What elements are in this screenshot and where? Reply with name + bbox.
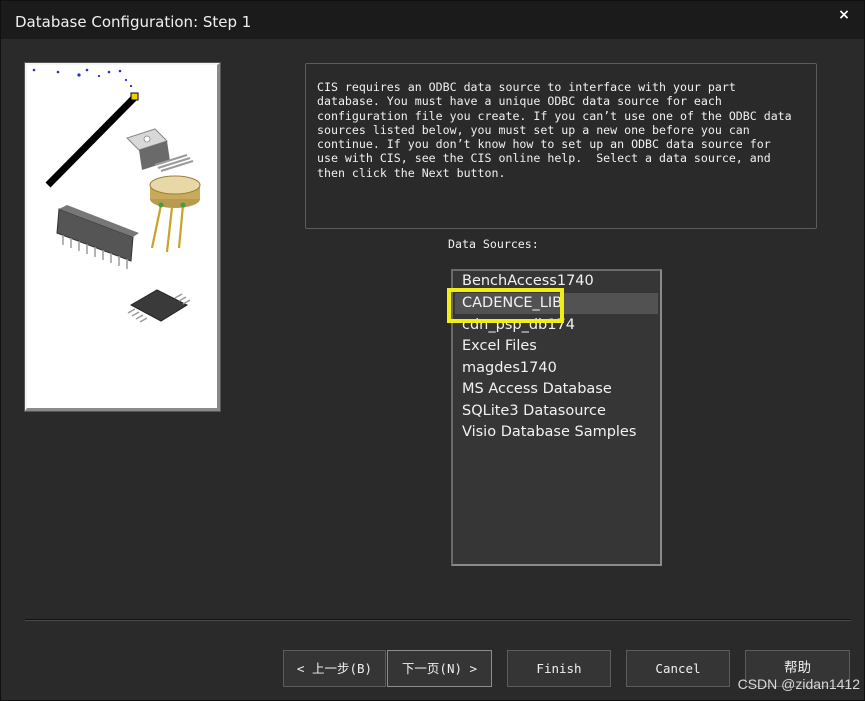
data-sources-listbox[interactable]: BenchAccess1740 CADENCE_LIB cdn_psp_db17… (451, 269, 662, 566)
description-panel: CIS requires an ODBC data source to inte… (305, 63, 817, 229)
close-icon: × (838, 7, 850, 23)
components-illustration (32, 68, 201, 323)
finish-button[interactable]: Finish (507, 650, 611, 687)
soic-chip-icon (127, 289, 191, 323)
dialog-window: Database Configuration: Step 1 × CIS req… (0, 0, 865, 701)
window-title: Database Configuration: Step 1 (15, 13, 252, 31)
separator-line (25, 619, 851, 621)
back-button[interactable]: < 上一步(B) (283, 650, 386, 687)
list-item-sqlite3-datasource[interactable]: SQLite3 Datasource (455, 401, 658, 422)
list-item-ms-access-database[interactable]: MS Access Database (455, 379, 658, 400)
to5-can-icon (149, 175, 201, 253)
description-text: CIS requires an ODBC data source to inte… (317, 80, 792, 180)
list-item-cadence-lib[interactable]: CADENCE_LIB (455, 293, 658, 314)
list-item-cdn-psp-db174[interactable]: cdn_psp_db174 (455, 315, 658, 336)
data-sources-label: Data Sources: (448, 237, 539, 251)
list-item-magdes1740[interactable]: magdes1740 (455, 358, 658, 379)
probe-icon (32, 68, 139, 188)
title-bar[interactable]: Database Configuration: Step 1 × (1, 1, 864, 39)
close-button[interactable]: × (830, 5, 858, 27)
to220-transistor-icon (126, 128, 194, 172)
next-button[interactable]: 下一页(N) > (387, 650, 492, 687)
list-item-visio-database-samples[interactable]: Visio Database Samples (455, 422, 658, 443)
list-item-excel-files[interactable]: Excel Files (455, 336, 658, 357)
dip-chip-icon (56, 205, 139, 269)
help-button[interactable]: 帮助 (745, 650, 850, 687)
illustration-panel (24, 62, 221, 412)
list-item-benchaccess1740[interactable]: BenchAccess1740 (455, 271, 658, 292)
cancel-button[interactable]: Cancel (626, 650, 730, 687)
